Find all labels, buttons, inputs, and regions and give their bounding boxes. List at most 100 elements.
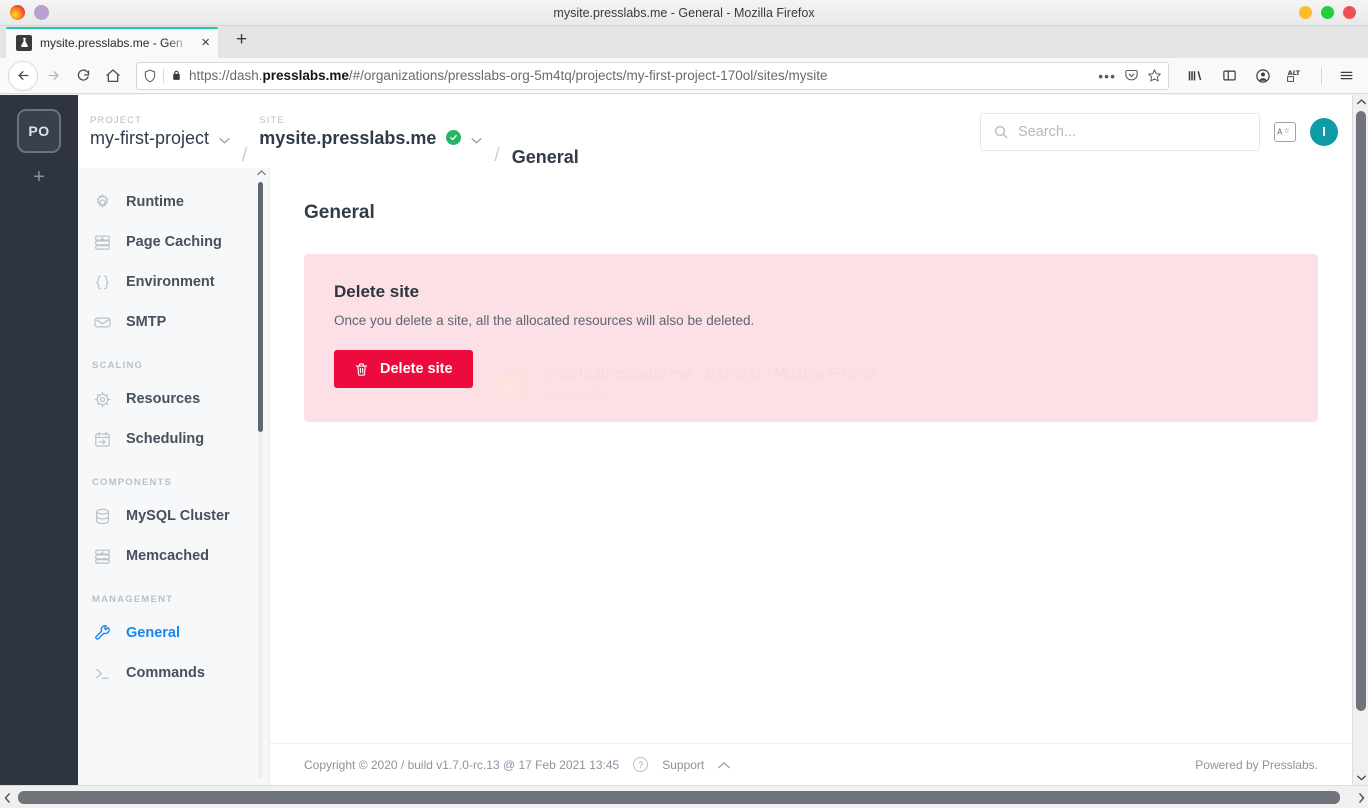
- page-actions-icon[interactable]: •••: [1098, 68, 1116, 84]
- question-mark-icon[interactable]: ?: [633, 757, 649, 772]
- url-path: /#/organizations/presslabs-org-5m4tq/pro…: [348, 68, 828, 83]
- window-title: mysite.presslabs.me - General - Mozilla …: [553, 5, 815, 20]
- sidebar-group-scaling: SCALING: [92, 360, 144, 371]
- cache-database-icon: [92, 546, 112, 566]
- delete-site-card: Delete site Once you delete a site, all …: [304, 254, 1318, 422]
- page-title: General: [304, 202, 375, 223]
- project-value[interactable]: my-first-project: [90, 128, 209, 149]
- library-icon[interactable]: [1181, 62, 1209, 90]
- window-controls: [1299, 6, 1368, 19]
- search-icon: [993, 124, 1009, 140]
- sidebar-item-mysql-cluster[interactable]: MySQL Cluster: [78, 496, 269, 536]
- main-content: General Delete site Once you delete a si…: [270, 168, 1352, 785]
- scroll-right-arrow-icon[interactable]: [1354, 786, 1368, 808]
- scroll-left-arrow-icon[interactable]: [0, 786, 14, 808]
- header-actions: Search... A ☆ I: [980, 112, 1338, 151]
- close-icon[interactable]: ×: [199, 35, 212, 50]
- toolbar-divider: [1321, 66, 1322, 85]
- alt-keyboard-icon[interactable]: ALT: [1283, 62, 1311, 90]
- svg-text:A: A: [1277, 127, 1283, 136]
- cache-database-icon: [92, 232, 112, 252]
- browser-toolbar: https://dash.presslabs.me/#/organization…: [0, 58, 1368, 94]
- padlock-icon[interactable]: [170, 69, 183, 82]
- home-button[interactable]: [98, 61, 128, 91]
- scroll-down-arrow-icon[interactable]: [1353, 771, 1368, 785]
- footer-left: Copyright © 2020 / build v1.7.0-rc.13 @ …: [304, 757, 730, 772]
- window-switcher-ghost-overlay: mysite.presslabs.me - General - Mozilla …: [496, 364, 878, 403]
- close-button[interactable]: [1343, 6, 1356, 19]
- new-tab-button[interactable]: +: [230, 29, 253, 55]
- sidebar-item-label: SMTP: [126, 314, 167, 330]
- browser-tab[interactable]: mysite.presslabs.me - Gen ×: [6, 27, 218, 58]
- back-button[interactable]: [8, 60, 38, 91]
- sidebar-item-page-caching[interactable]: Page Caching: [78, 222, 269, 262]
- chevron-down-icon[interactable]: [471, 137, 482, 149]
- delete-site-title: Delete site: [334, 282, 420, 301]
- ghost-window-title: mysite.presslabs.me - General - Mozilla …: [544, 365, 879, 382]
- url-bar[interactable]: https://dash.presslabs.me/#/organization…: [136, 61, 1169, 90]
- pocket-icon[interactable]: [1124, 68, 1139, 83]
- flask-icon: [16, 34, 32, 51]
- search-input[interactable]: Search...: [980, 112, 1260, 151]
- translate-icon[interactable]: A ☆: [1274, 121, 1296, 142]
- sidebar-group-management: MANAGEMENT: [92, 594, 174, 605]
- page-horizontal-scrollbar[interactable]: [0, 785, 1368, 808]
- avatar[interactable]: I: [1310, 117, 1338, 146]
- support-link[interactable]: Support: [662, 758, 704, 772]
- forward-button: [38, 61, 68, 91]
- page-vertical-scrollbar[interactable]: [1352, 95, 1368, 785]
- breadcrumb-page: General: [511, 147, 579, 167]
- sidebar-icon[interactable]: [1215, 62, 1243, 90]
- tracking-protection-icon[interactable]: [143, 69, 157, 83]
- delete-site-button[interactable]: Delete site: [334, 350, 473, 388]
- firefox-logo-icon: [10, 5, 25, 20]
- sidebar-item-label: Scheduling: [126, 431, 205, 447]
- scroll-up-arrow-icon[interactable]: [1353, 95, 1368, 109]
- sidebar-item-environment[interactable]: Environment: [78, 262, 269, 302]
- ghost-text: mysite.presslabs.me - General - Mozilla …: [544, 364, 878, 403]
- sidebar-item-resources[interactable]: Resources: [78, 379, 269, 419]
- breadcrumb-separator-1: /: [242, 145, 248, 166]
- cpu-icon: [92, 389, 112, 409]
- envelope-icon: [92, 312, 112, 332]
- page-vertical-scrollbar-thumb[interactable]: [1356, 111, 1366, 711]
- breadcrumb-site: SITE mysite.presslabs.me: [259, 115, 482, 149]
- gear-icon: [92, 192, 112, 212]
- sidebar-item-label: General: [126, 625, 180, 641]
- sidebar-item-general[interactable]: General: [78, 613, 269, 653]
- star-icon[interactable]: [1147, 68, 1162, 83]
- chevron-down-icon[interactable]: [219, 137, 230, 149]
- chevron-up-icon[interactable]: [257, 170, 266, 176]
- reload-button[interactable]: [68, 61, 98, 91]
- add-organization-button[interactable]: +: [33, 167, 45, 187]
- sidebar-scrollbar[interactable]: [257, 168, 266, 785]
- account-icon[interactable]: [1249, 62, 1277, 90]
- minimize-button[interactable]: [1299, 6, 1312, 19]
- url-domain: presslabs.me: [262, 68, 349, 83]
- page-viewport: PO + PROJECT my-first-project / SITE mys…: [0, 95, 1352, 785]
- firefox-icon: [496, 366, 530, 401]
- url-divider: [163, 67, 164, 84]
- hamburger-menu-icon[interactable]: [1332, 62, 1360, 90]
- url-text[interactable]: https://dash.presslabs.me/#/organization…: [189, 68, 1092, 83]
- delete-site-description: Once you delete a site, all the allocate…: [334, 313, 755, 328]
- sidebar-item-runtime[interactable]: Runtime: [78, 182, 269, 222]
- chevron-up-icon[interactable]: [718, 761, 730, 769]
- sidebar-item-commands[interactable]: Commands: [78, 653, 269, 693]
- site-value[interactable]: mysite.presslabs.me: [259, 128, 436, 149]
- url-action-icons: •••: [1098, 68, 1162, 84]
- sidebar-item-scheduling[interactable]: Scheduling: [78, 419, 269, 459]
- sidebar-item-label: Memcached: [126, 548, 210, 564]
- wrench-icon: [92, 623, 112, 643]
- window-titlebar: mysite.presslabs.me - General - Mozilla …: [0, 0, 1368, 26]
- sidebar-item-memcached[interactable]: Memcached: [78, 536, 269, 576]
- sidebar-item-smtp[interactable]: SMTP: [78, 302, 269, 342]
- maximize-button[interactable]: [1321, 6, 1334, 19]
- braces-icon: [92, 272, 112, 292]
- search-placeholder: Search...: [1018, 123, 1077, 140]
- tab-title: mysite.presslabs.me - Gen: [40, 35, 183, 50]
- titlebar-left-icons: [0, 5, 49, 20]
- sidebar-scrollbar-thumb[interactable]: [258, 182, 263, 432]
- page-horizontal-scrollbar-thumb[interactable]: [18, 791, 1340, 804]
- organization-badge[interactable]: PO: [17, 109, 61, 153]
